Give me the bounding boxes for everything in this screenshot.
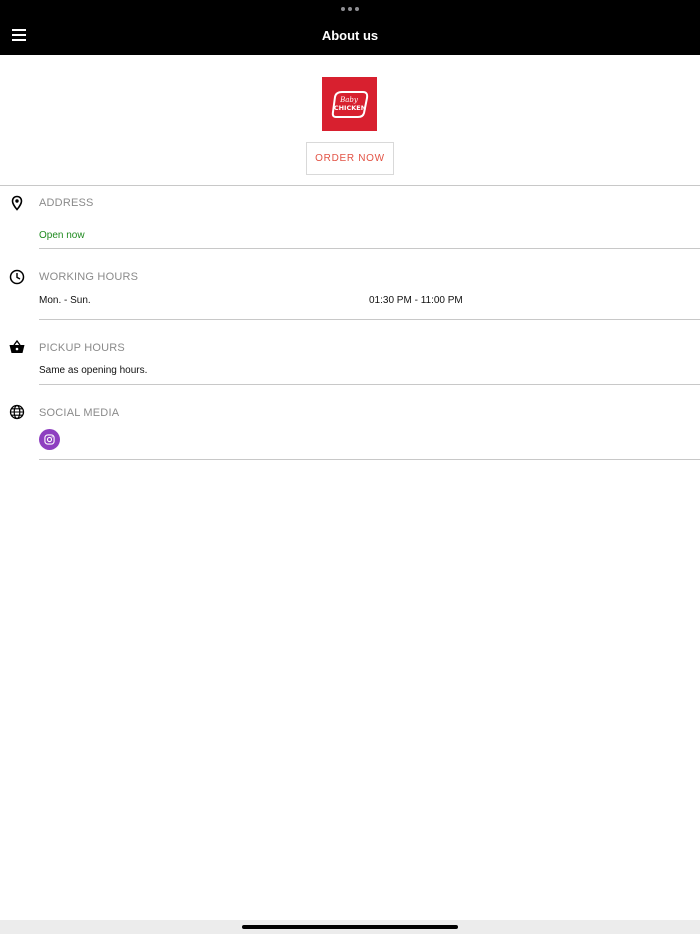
instagram-icon — [44, 434, 55, 445]
working-hours-title: WORKING HOURS — [39, 271, 139, 283]
svg-text:Baby: Baby — [339, 96, 359, 104]
app-header: About us — [0, 0, 700, 55]
divider — [39, 319, 700, 320]
divider — [39, 248, 700, 249]
page-title: About us — [321, 28, 379, 43]
divider — [39, 384, 700, 385]
multitasking-dots[interactable] — [341, 7, 359, 11]
location-pin-icon — [11, 195, 23, 211]
divider — [39, 459, 700, 460]
instagram-button[interactable] — [39, 429, 60, 450]
working-days: Mon. - Sun. — [39, 295, 91, 306]
working-hours-time: 01:30 PM - 11:00 PM — [369, 295, 463, 306]
clock-icon — [9, 269, 25, 285]
home-indicator[interactable] — [242, 925, 458, 929]
restaurant-logo: Baby CHICKEN — [322, 77, 377, 131]
order-now-button[interactable]: ORDER NOW — [306, 142, 394, 175]
divider — [0, 185, 700, 186]
address-title: ADDRESS — [39, 197, 94, 209]
globe-icon — [9, 404, 25, 420]
baby-chicken-logo-icon: Baby CHICKEN — [331, 91, 368, 118]
social-media-title: SOCIAL MEDIA — [39, 407, 120, 419]
pickup-hours-title: PICKUP HOURS — [39, 342, 125, 354]
pickup-hours-text: Same as opening hours. — [39, 365, 148, 376]
open-status: Open now — [39, 230, 85, 241]
svg-text:CHICKEN: CHICKEN — [333, 104, 365, 112]
basket-icon — [9, 339, 25, 353]
